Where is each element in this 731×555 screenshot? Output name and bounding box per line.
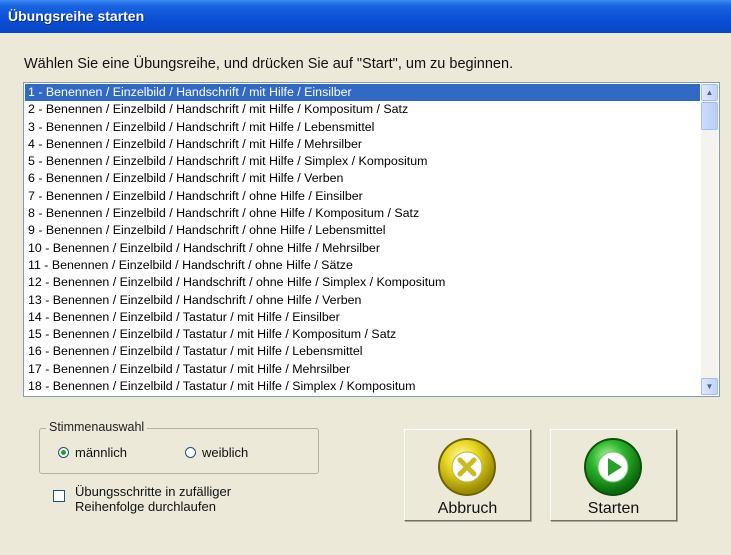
list-item[interactable]: 4 - Benennen / Einzelbild / Handschrift … [25, 136, 700, 153]
list-item[interactable]: 18 - Benennen / Einzelbild / Tastatur / … [25, 378, 700, 395]
list-item[interactable]: 13 - Benennen / Einzelbild / Handschrift… [25, 292, 700, 309]
title-bar[interactable]: Übungsreihe starten [0, 0, 731, 33]
radio-female-label: weiblich [202, 445, 249, 460]
start-button-label: Starten [587, 500, 640, 517]
chevron-up-icon: ▲ [705, 88, 714, 97]
exercise-list-items: 1 - Benennen / Einzelbild / Handschrift … [25, 84, 700, 396]
scrollbar-thumb[interactable] [701, 102, 718, 130]
list-item[interactable]: 2 - Benennen / Einzelbild / Handschrift … [25, 101, 700, 118]
list-item[interactable]: 11 - Benennen / Einzelbild / Handschrift… [25, 257, 700, 274]
radio-female[interactable]: weiblich [185, 445, 248, 460]
list-item[interactable]: 9 - Benennen / Einzelbild / Handschrift … [25, 222, 700, 239]
cancel-button-label: Abbruch [437, 500, 498, 517]
voice-selection-legend: Stimmenauswahl [46, 420, 148, 434]
random-order-label-line2: Reihenfolge durchlaufen [75, 499, 216, 514]
list-item[interactable]: 16 - Benennen / Einzelbild / Tastatur / … [25, 343, 700, 360]
cancel-button[interactable]: Abbruch [404, 429, 531, 521]
chevron-down-icon: ▼ [705, 382, 714, 391]
radio-male-label: männlich [75, 445, 128, 460]
instruction-text: Wählen Sie eine Übungsreihe, und drücken… [24, 56, 514, 72]
list-item[interactable]: 14 - Benennen / Einzelbild / Tastatur / … [25, 309, 700, 326]
voice-selection-group: Stimmenauswahl männlich weiblich [39, 420, 319, 474]
list-item[interactable]: 17 - Benennen / Einzelbild / Tastatur / … [25, 361, 700, 378]
random-order-label: Übungsschritte in zufälliger Reihenfolge… [75, 484, 231, 514]
list-item[interactable]: 12 - Benennen / Einzelbild / Handschrift… [25, 274, 700, 291]
vertical-scrollbar[interactable]: ▲ ▼ [701, 84, 718, 395]
window-title: Übungsreihe starten [8, 8, 145, 24]
random-order-option[interactable]: Übungsschritte in zufälliger Reihenfolge… [53, 484, 231, 514]
list-item[interactable]: 15 - Benennen / Einzelbild / Tastatur / … [25, 326, 700, 343]
list-item[interactable]: 8 - Benennen / Einzelbild / Handschrift … [25, 205, 700, 222]
list-item[interactable]: 7 - Benennen / Einzelbild / Handschrift … [25, 188, 700, 205]
radio-male-indicator[interactable] [58, 447, 69, 458]
radio-male[interactable]: männlich [58, 445, 127, 460]
x-icon [438, 438, 496, 496]
radio-female-indicator[interactable] [185, 447, 196, 458]
random-order-label-line1: Übungsschritte in zufälliger [75, 484, 232, 499]
play-icon [584, 438, 642, 496]
scroll-down-button[interactable]: ▼ [701, 378, 718, 395]
exercise-series-listbox[interactable]: 1 - Benennen / Einzelbild / Handschrift … [23, 82, 720, 397]
list-item[interactable]: 3 - Benennen / Einzelbild / Handschrift … [25, 119, 700, 136]
scroll-up-button[interactable]: ▲ [701, 84, 718, 101]
list-item[interactable]: 1 - Benennen / Einzelbild / Handschrift … [25, 84, 700, 102]
list-item[interactable]: 5 - Benennen / Einzelbild / Handschrift … [25, 153, 700, 170]
list-item[interactable]: 6 - Benennen / Einzelbild / Handschrift … [25, 170, 700, 187]
random-order-checkbox[interactable] [53, 490, 65, 502]
list-item[interactable]: 10 - Benennen / Einzelbild / Handschrift… [25, 240, 700, 257]
start-button[interactable]: Starten [550, 429, 677, 521]
